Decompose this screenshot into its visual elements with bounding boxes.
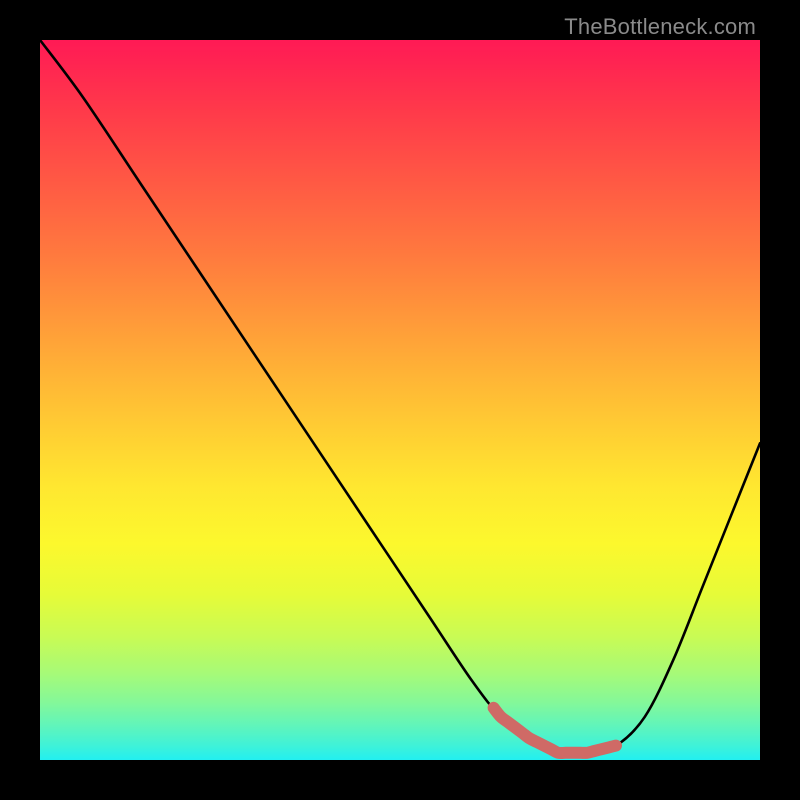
watermark-text: TheBottleneck.com (564, 14, 756, 40)
chart-container: TheBottleneck.com (0, 0, 800, 800)
bottleneck-curve (40, 40, 760, 760)
plot-area (40, 40, 760, 760)
curve-path (40, 40, 760, 754)
optimal-range-highlight (494, 708, 616, 753)
